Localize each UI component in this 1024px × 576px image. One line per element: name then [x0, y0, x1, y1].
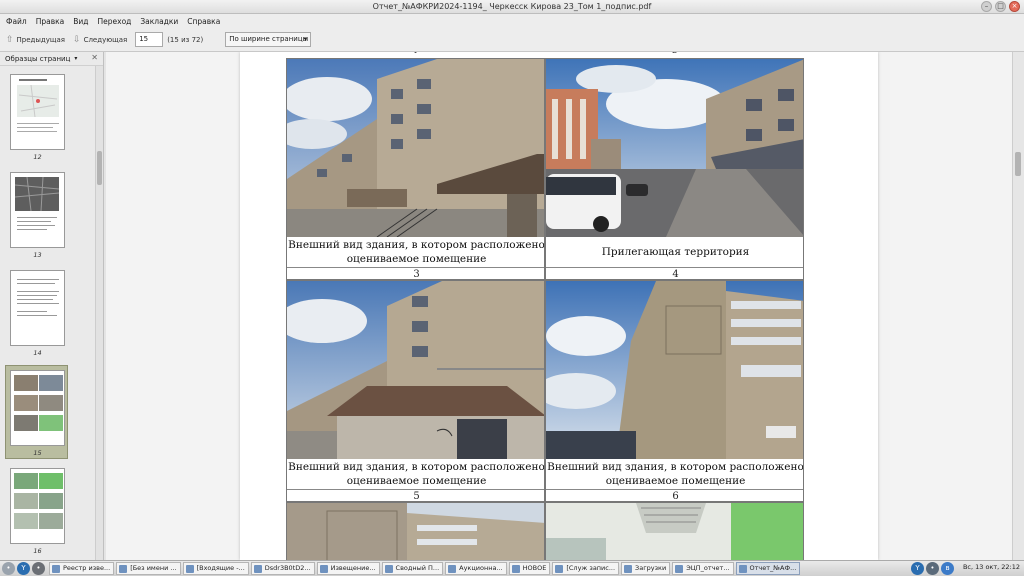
page-thumbnail-16[interactable] — [10, 468, 65, 544]
photo-cell: Внешний вид здания, в котором расположен… — [286, 58, 545, 280]
taskbar-item[interactable]: [Без имени ... — [116, 562, 181, 575]
menu-view[interactable]: Вид — [73, 17, 88, 26]
arrow-down-icon: ⇩ — [73, 34, 81, 45]
taskbar-item[interactable]: Реестр изве... — [49, 562, 115, 575]
menu-bookmarks[interactable]: Закладки — [140, 17, 178, 26]
photo-number: 4 — [546, 267, 803, 279]
photo-cell — [545, 502, 804, 560]
sidebar-header: Образцы страниц ▾ ✕ — [0, 52, 103, 66]
thumbnail-preview — [17, 279, 59, 316]
interior-image — [546, 503, 803, 560]
taskbar-item[interactable]: ЭЦП_отчет... — [672, 562, 734, 575]
photo-number: 6 — [546, 489, 803, 501]
app-icon[interactable]: • — [32, 562, 45, 575]
page-thumbnail-12[interactable] — [10, 74, 65, 150]
bluetooth-icon[interactable]: ʙ — [941, 562, 954, 575]
building-photo — [287, 59, 544, 237]
scrollbar-thumb[interactable] — [97, 151, 102, 185]
photo-caption: Внешний вид здания, в котором расположен… — [547, 461, 804, 487]
app-icon[interactable]: • — [2, 562, 15, 575]
territory-photo — [546, 59, 803, 237]
browser-icon[interactable]: Y — [17, 562, 30, 575]
zoom-select[interactable]: По ширине страницы ▾ — [225, 32, 312, 47]
building-exterior-image — [287, 59, 544, 237]
thumbnail-preview — [14, 176, 60, 230]
photo-cell: Прилегающая территория 4 — [545, 58, 804, 280]
thumbnail-sidebar: Образцы страниц ▾ ✕ 12 13 14 15 16 — [0, 52, 104, 560]
photo-number: 1 — [286, 52, 545, 55]
page-thumbnail-13[interactable] — [10, 172, 65, 248]
pdf-page: 1 2 — [240, 52, 878, 560]
prev-page-label: Предыдущая — [16, 35, 66, 44]
menu-bar: Файл Правка Вид Переход Закладки Справка — [0, 14, 1024, 28]
close-icon[interactable]: × — [1009, 1, 1020, 12]
sidebar-scrollbar[interactable] — [95, 66, 103, 560]
page-count: (15 из 72) — [167, 35, 204, 44]
taskbar-item[interactable]: Dsdr3B0tD2... — [250, 562, 315, 575]
network-icon[interactable]: • — [926, 562, 939, 575]
close-icon[interactable]: ✕ — [91, 53, 98, 62]
scrollbar-thumb[interactable] — [1015, 152, 1021, 176]
taskbar-item[interactable]: [Входящие -... — [182, 562, 249, 575]
building-photo — [287, 281, 544, 459]
chevron-down-icon: ▾ — [303, 35, 308, 43]
menu-file[interactable]: Файл — [6, 17, 27, 26]
thumbnail-preview — [17, 79, 59, 132]
sidebar-title[interactable]: Образцы страниц — [5, 55, 70, 63]
adjacent-territory-image — [546, 59, 803, 237]
prev-page-button[interactable]: ⇧ Предыдущая — [6, 35, 65, 45]
photo-caption: Внешний вид здания, в котором расположен… — [288, 461, 545, 487]
title-bar: Отчет_№АФКРИ2024-1194_ Черкесск Кирова 2… — [0, 0, 1024, 14]
taskbar: • Y • Реестр изве... [Без имени ... [Вхо… — [0, 560, 1024, 576]
thumbnail-preview — [14, 473, 63, 529]
zoom-value: По ширине страницы — [229, 35, 309, 43]
thumbnail-label: 12 — [33, 153, 42, 161]
photo-cell — [286, 502, 545, 560]
taskbar-item[interactable]: Аукционна... — [445, 562, 507, 575]
thumbnail-label: 15 — [33, 449, 42, 457]
thumbnail-label: 14 — [33, 349, 42, 357]
clock: Вс, 13 окт, 22:12 — [962, 563, 1020, 571]
thumbnail-label: 16 — [33, 547, 42, 555]
system-tray: Y • ʙ — [911, 562, 954, 575]
next-page-label: Следующая — [83, 35, 128, 44]
page-thumbnail-14[interactable] — [10, 270, 65, 346]
minimize-icon[interactable]: – — [981, 1, 992, 12]
browser-icon[interactable]: Y — [911, 562, 924, 575]
photo-number: 3 — [287, 267, 544, 279]
arrow-up-icon: ⇧ — [6, 34, 14, 45]
taskbar-item-active[interactable]: Отчет_№АФ... — [735, 562, 801, 575]
quick-launch: • Y • — [2, 562, 45, 575]
taskbar-item[interactable]: [Служ запис... — [552, 562, 620, 575]
building-photo — [546, 281, 803, 459]
taskbar-item[interactable]: НОВОЕ — [508, 562, 551, 575]
page-thumbnail-15[interactable] — [10, 370, 65, 446]
taskbar-item[interactable]: Извещение... — [316, 562, 380, 575]
maximize-icon[interactable]: □ — [995, 1, 1006, 12]
next-page-button[interactable]: ⇩ Следующая — [73, 35, 127, 45]
building-facade-image — [546, 281, 803, 459]
window-controls: – □ × — [981, 1, 1020, 12]
thumbnail-label: 13 — [33, 251, 42, 259]
photo-caption: Внешний вид здания, в котором расположен… — [288, 239, 545, 265]
page-number-input[interactable]: 15 — [135, 32, 164, 47]
chevron-down-icon[interactable]: ▾ — [74, 55, 77, 62]
building-wall-image — [287, 503, 544, 560]
building-exterior-image — [287, 281, 544, 459]
menu-help[interactable]: Справка — [187, 17, 220, 26]
photo-number: 5 — [287, 489, 544, 501]
thumbnail-preview — [14, 375, 63, 431]
taskbar-item[interactable]: Загрузки — [621, 562, 671, 575]
taskbar-item[interactable]: Сводный П... — [381, 562, 444, 575]
document-scrollbar[interactable] — [1012, 52, 1024, 560]
photo-number: 2 — [545, 52, 804, 55]
photo-cell: Внешний вид здания, в котором расположен… — [545, 280, 804, 502]
toolbar: ⇧ Предыдущая ⇩ Следующая 15 (15 из 72) П… — [0, 28, 1024, 52]
document-view[interactable]: 1 2 — [106, 52, 1012, 560]
photo-cell: Внешний вид здания, в котором расположен… — [286, 280, 545, 502]
photo-caption: Прилегающая территория — [601, 246, 750, 258]
menu-edit[interactable]: Правка — [36, 17, 65, 26]
menu-go[interactable]: Переход — [98, 17, 132, 26]
window-title: Отчет_№АФКРИ2024-1194_ Черкесск Кирова 2… — [372, 2, 652, 11]
